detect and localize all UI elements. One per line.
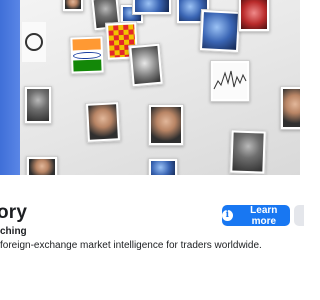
cover-thumbnail xyxy=(238,0,270,32)
cover-accent-strip xyxy=(0,0,20,175)
india-flag-thumbnail xyxy=(69,35,105,75)
page-title: ory xyxy=(0,202,28,223)
info-icon: i xyxy=(222,210,233,221)
cover-thumbnail xyxy=(280,86,300,130)
cover-thumbnail xyxy=(229,129,267,175)
learn-more-label: Learn more xyxy=(250,204,278,227)
cover-thumbnail xyxy=(128,42,164,88)
cover-thumbnail xyxy=(84,101,122,143)
cover-thumbnail xyxy=(62,0,84,12)
learn-more-button[interactable]: i Learn more xyxy=(222,204,290,227)
logo-icon xyxy=(25,33,43,51)
page-category: ching xyxy=(0,226,27,237)
cover-thumbnail xyxy=(148,158,178,175)
cover-thumbnail xyxy=(24,86,52,124)
cover-thumbnail xyxy=(148,104,184,146)
logo-card xyxy=(22,22,46,62)
more-options-button[interactable] xyxy=(294,205,304,226)
cover-thumbnail xyxy=(132,0,172,15)
cover-thumbnail xyxy=(26,156,58,175)
chart-thumbnail xyxy=(210,60,250,102)
cover-thumbnail xyxy=(198,8,242,54)
page-description: foreign-exchange market intelligence for… xyxy=(0,240,262,251)
cover-photo[interactable] xyxy=(0,0,300,175)
